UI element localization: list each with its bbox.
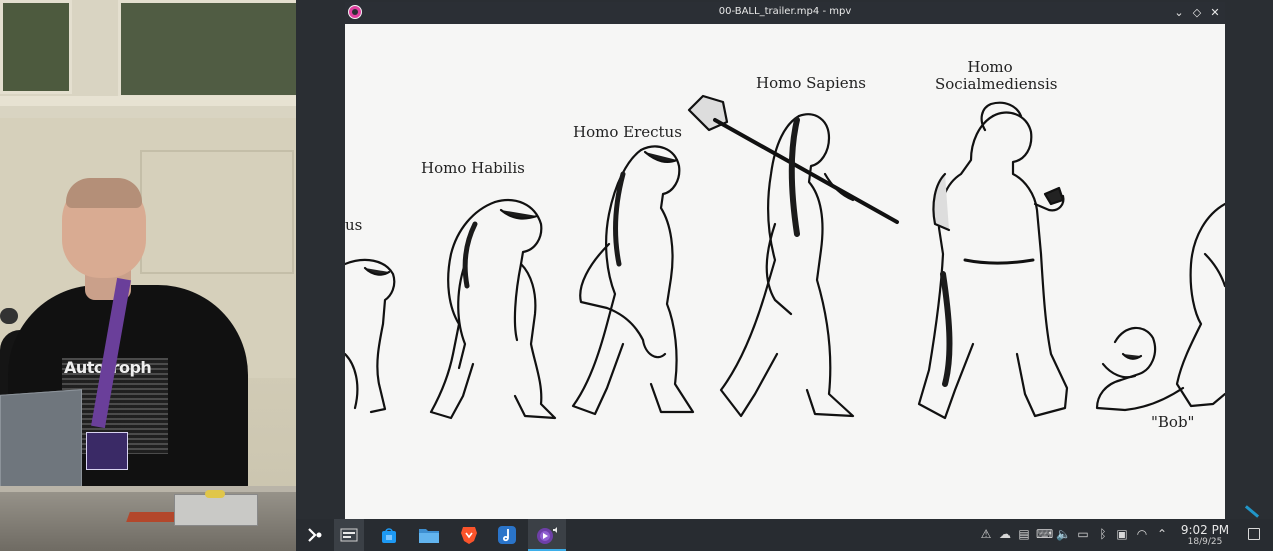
brave-browser-button[interactable] (456, 523, 482, 547)
brave-lion-icon (461, 527, 477, 544)
mpv-window[interactable]: 00-BALL_trailer.mp4 - mpv ⌄ ◇ ✕ us Homo … (345, 2, 1225, 519)
battery-icon[interactable]: ▭ (1076, 527, 1090, 541)
show-desktop-button[interactable] (1248, 528, 1260, 540)
kde-launcher-icon (308, 528, 322, 542)
note-icon (498, 526, 516, 544)
mpv-icon (537, 527, 557, 544)
file-manager-button[interactable] (416, 523, 442, 547)
figure-homo-habilis (429, 198, 557, 420)
laptop (0, 389, 82, 493)
window-pane (118, 0, 296, 98)
microphone (0, 308, 18, 324)
discover-button[interactable] (376, 523, 402, 547)
clock-time: 9:02 PM (1180, 523, 1230, 537)
close-button[interactable]: ✕ (1207, 5, 1223, 21)
volume-icon[interactable]: 🔈 (1056, 527, 1071, 541)
wifi-icon[interactable]: ◠ (1135, 527, 1149, 541)
wall-panel (140, 150, 294, 274)
figure-large-partial (1175, 202, 1225, 408)
cable (205, 490, 225, 498)
application-launcher-button[interactable] (302, 523, 328, 547)
figure-homo-socialmediensis (917, 101, 1069, 420)
overview-icon (340, 528, 358, 542)
figure-bob (1095, 326, 1185, 412)
figure-partial-ape (345, 258, 396, 414)
desk-edge (0, 486, 296, 492)
video-frame[interactable]: us Homo Habilis Homo Erectus Homo Sapien… (345, 24, 1225, 519)
notifications-icon[interactable]: ⚠ (979, 527, 993, 541)
cloud-sync-icon[interactable]: ☁ (998, 527, 1012, 541)
mpv-task-button[interactable] (534, 523, 560, 547)
figure-homo-erectus (571, 145, 695, 416)
window-pane (0, 0, 72, 94)
taskbar: ⚠ ☁ ▤ ⌨ 🔈 ▭ ᛒ ▣ ◠ ⌃ 9:02 PM 18/9/25 (296, 519, 1273, 551)
clock-date: 18/9/25 (1187, 537, 1223, 547)
clock[interactable]: 9:02 PM 18/9/25 (1174, 523, 1236, 548)
conference-badge (86, 432, 128, 470)
corner-pen-icon (1244, 505, 1260, 518)
tray-expand-icon[interactable]: ⌃ (1155, 527, 1169, 541)
window-title: 00-BALL_trailer.mp4 - mpv (718, 6, 852, 17)
camera-feed: Autotroph (0, 0, 296, 551)
keyboard-layout-icon[interactable]: ⌨ (1036, 527, 1053, 541)
folder-icon (419, 529, 439, 543)
display-icon[interactable]: ▣ (1115, 527, 1129, 541)
figure-homo-sapiens (687, 94, 899, 418)
music-player-button[interactable] (494, 523, 520, 547)
clipboard-icon[interactable]: ▤ (1017, 527, 1031, 541)
titlebar[interactable]: 00-BALL_trailer.mp4 - mpv ⌄ ◇ ✕ (345, 2, 1225, 24)
store-bag-icon (382, 528, 396, 543)
bluetooth-icon[interactable]: ᛒ (1096, 527, 1110, 541)
evolution-illustration (345, 94, 1225, 420)
minimize-button[interactable]: ⌄ (1171, 5, 1187, 21)
speaker-hair (66, 178, 142, 208)
small-device (174, 494, 258, 526)
overview-button[interactable] (336, 523, 362, 547)
window-sill (0, 96, 296, 106)
maximize-button[interactable]: ◇ (1189, 5, 1205, 21)
